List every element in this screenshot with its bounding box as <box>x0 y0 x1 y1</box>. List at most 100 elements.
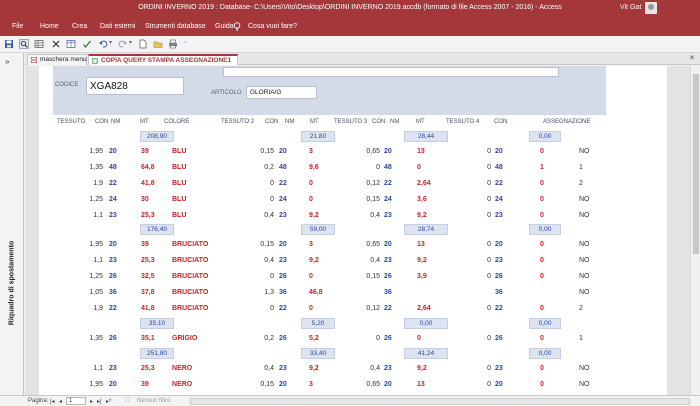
tab-guida[interactable]: Guida <box>215 23 234 30</box>
nm-value: 26 <box>109 335 117 342</box>
mt-2-value: 3 <box>309 381 313 388</box>
lightbulb-icon <box>233 22 241 31</box>
con-2-value: 0,15 <box>260 381 274 388</box>
save-icon[interactable] <box>4 39 14 49</box>
customize-toolbar-icon[interactable]: ⁼ <box>184 40 187 47</box>
print-preview-icon[interactable] <box>19 39 29 49</box>
grid-view-icon[interactable] <box>34 39 44 49</box>
nm-4-value: 23 <box>495 212 503 219</box>
first-page-icon[interactable]: |◂ <box>50 398 55 405</box>
redo-dropdown-icon[interactable]: ▾ <box>129 39 132 46</box>
horizontal-scrollbar[interactable] <box>190 398 690 405</box>
nm-value: 22 <box>109 180 117 187</box>
close-icon[interactable] <box>51 39 61 49</box>
colore-value: NERO <box>172 365 193 372</box>
doc-tab-maschera-menu[interactable]: maschera menu <box>27 54 87 65</box>
nm-3-value: 23 <box>384 212 392 219</box>
open-folder-icon[interactable] <box>153 39 163 49</box>
nm-4-value: 22 <box>495 305 503 312</box>
expand-nav-pane-icon[interactable]: » <box>5 57 9 66</box>
close-document-icon[interactable]: ✕ <box>689 54 695 62</box>
scrollbar-thumb[interactable] <box>693 74 699 254</box>
nm-3-value: 23 <box>384 257 392 264</box>
table-icon[interactable] <box>66 39 76 49</box>
assegnazione-value: 1 <box>579 164 583 171</box>
table-row: 1,95 20 39 BRUCIATO 0,15 20 3 0,65 20 13… <box>39 237 667 253</box>
tab-home[interactable]: Home <box>40 23 59 30</box>
assegnazione-value: NO <box>579 212 590 219</box>
user-name[interactable]: Vit Gat <box>620 4 641 11</box>
nm-3-value: 20 <box>384 148 392 155</box>
table-row: 1,1 23 25,3 NERO 0,4 23 9,2 0,4 23 9,2 0… <box>39 361 667 377</box>
new-page-icon[interactable]: ▸* <box>106 398 111 405</box>
prev-page-icon[interactable]: ◂ <box>59 398 62 405</box>
mt-value: 39 <box>141 241 149 248</box>
mt-value: 25,3 <box>141 212 155 219</box>
nm-value: 36 <box>109 289 117 296</box>
mt-4-value: 0 <box>540 212 544 219</box>
con-4-value: 0 <box>487 273 491 280</box>
new-document-icon[interactable] <box>138 39 148 49</box>
mt-3-value: 9,2 <box>417 212 427 219</box>
user-avatar-icon[interactable] <box>645 2 657 14</box>
con-4-value: 0 <box>487 196 491 203</box>
mt-3-value: 0 <box>417 164 421 171</box>
subtotal-mt-2: 33,40 <box>301 348 335 359</box>
page-number-input[interactable]: 1 <box>66 397 86 405</box>
undo-dropdown-icon[interactable]: ▾ <box>109 39 112 46</box>
con-3-value: 0,65 <box>366 381 380 388</box>
subtotal-assegnazione: 0,00 <box>529 131 561 142</box>
report-title-box <box>223 67 559 77</box>
filter-icon[interactable]: ⛶ <box>125 398 129 405</box>
nm-value: 24 <box>109 196 117 203</box>
table-row: 1,95 20 39 NERO 0,15 20 3 0,65 20 13 0 2… <box>39 377 667 393</box>
tab-crea[interactable]: Crea <box>72 23 87 30</box>
con-2-value: 1,3 <box>264 289 274 296</box>
mt-value: 35,1 <box>141 335 155 342</box>
assegnazione-value: 1 <box>579 335 583 342</box>
con-4-value: 0 <box>487 381 491 388</box>
subtotal-mt-2: 59,00 <box>301 224 335 235</box>
nm-4-value: 23 <box>495 257 503 264</box>
mt-2-value: 9,2 <box>309 365 319 372</box>
table-row: 1,9 22 41,8 BRUCIATO 0 22 0 0,12 22 2,64… <box>39 301 667 317</box>
con-4-value: 0 <box>487 164 491 171</box>
tab-dati-esterni[interactable]: Dati esterni <box>100 23 135 30</box>
nm-3-value: 22 <box>384 305 392 312</box>
filter-status[interactable]: Nessun filtro <box>137 398 170 404</box>
last-page-icon[interactable]: ▸| <box>97 398 102 405</box>
articolo-value: GLORIA/G <box>250 89 282 96</box>
nm-4-value: 26 <box>495 335 503 342</box>
tell-me-search[interactable]: Cosa vuoi fare? <box>248 23 297 30</box>
mt-value: 25,3 <box>141 365 155 372</box>
tab-file[interactable]: File <box>12 23 23 30</box>
report-canvas: CODICE XGA828 ARTICOLO GLORIA/G TESSUTO … <box>25 66 700 395</box>
redo-icon[interactable] <box>118 39 128 49</box>
nm-value: 26 <box>109 273 117 280</box>
table-row: 1,1 23 25,3 BLU 0,4 23 9,2 0,4 23 9,2 0 … <box>39 208 667 224</box>
nm-4-value: 48 <box>495 164 503 171</box>
assegnazione-value: 2 <box>579 305 583 312</box>
nav-pane-label[interactable]: Riquadro di spostamento <box>9 241 16 325</box>
vertical-scrollbar[interactable] <box>690 66 700 395</box>
ribbon-tabs: File Home Crea Dati esterni Strumenti da… <box>0 18 700 36</box>
assegnazione-value: NO <box>579 381 590 388</box>
doc-tab-copia-query-stampa[interactable]: COPIA QUERY STAMPA ASSEGNAZIONE1 <box>88 54 238 65</box>
col-con: CON <box>95 119 109 125</box>
undo-icon[interactable] <box>98 39 108 49</box>
print-icon[interactable] <box>168 39 178 49</box>
form-icon <box>31 57 37 63</box>
next-page-icon[interactable]: ▸ <box>90 398 93 405</box>
nm-3-value: 22 <box>384 180 392 187</box>
spelling-check-icon[interactable] <box>82 39 92 49</box>
mt-4-value: 0 <box>540 381 544 388</box>
table-row: 1,35 48 64,8 BLU 0,2 48 9,6 0 48 0 0 48 … <box>39 160 667 176</box>
con-3-value: 0,4 <box>370 257 380 264</box>
table-row: 1,25 26 32,5 BRUCIATO 0 26 0 0,15 26 3,9… <box>39 269 667 285</box>
tab-strumenti-database[interactable]: Strumenti database <box>145 23 206 30</box>
document-tabs: maschera menu COPIA QUERY STAMPA ASSEGNA… <box>25 53 700 65</box>
codice-label: CODICE <box>55 82 79 88</box>
table-row: 1,05 36 37,8 BRUCIATO 1,3 36 46,8 36 36 … <box>39 285 667 301</box>
colore-value: BLU <box>172 212 187 219</box>
nm-4-value: 36 <box>495 289 503 296</box>
